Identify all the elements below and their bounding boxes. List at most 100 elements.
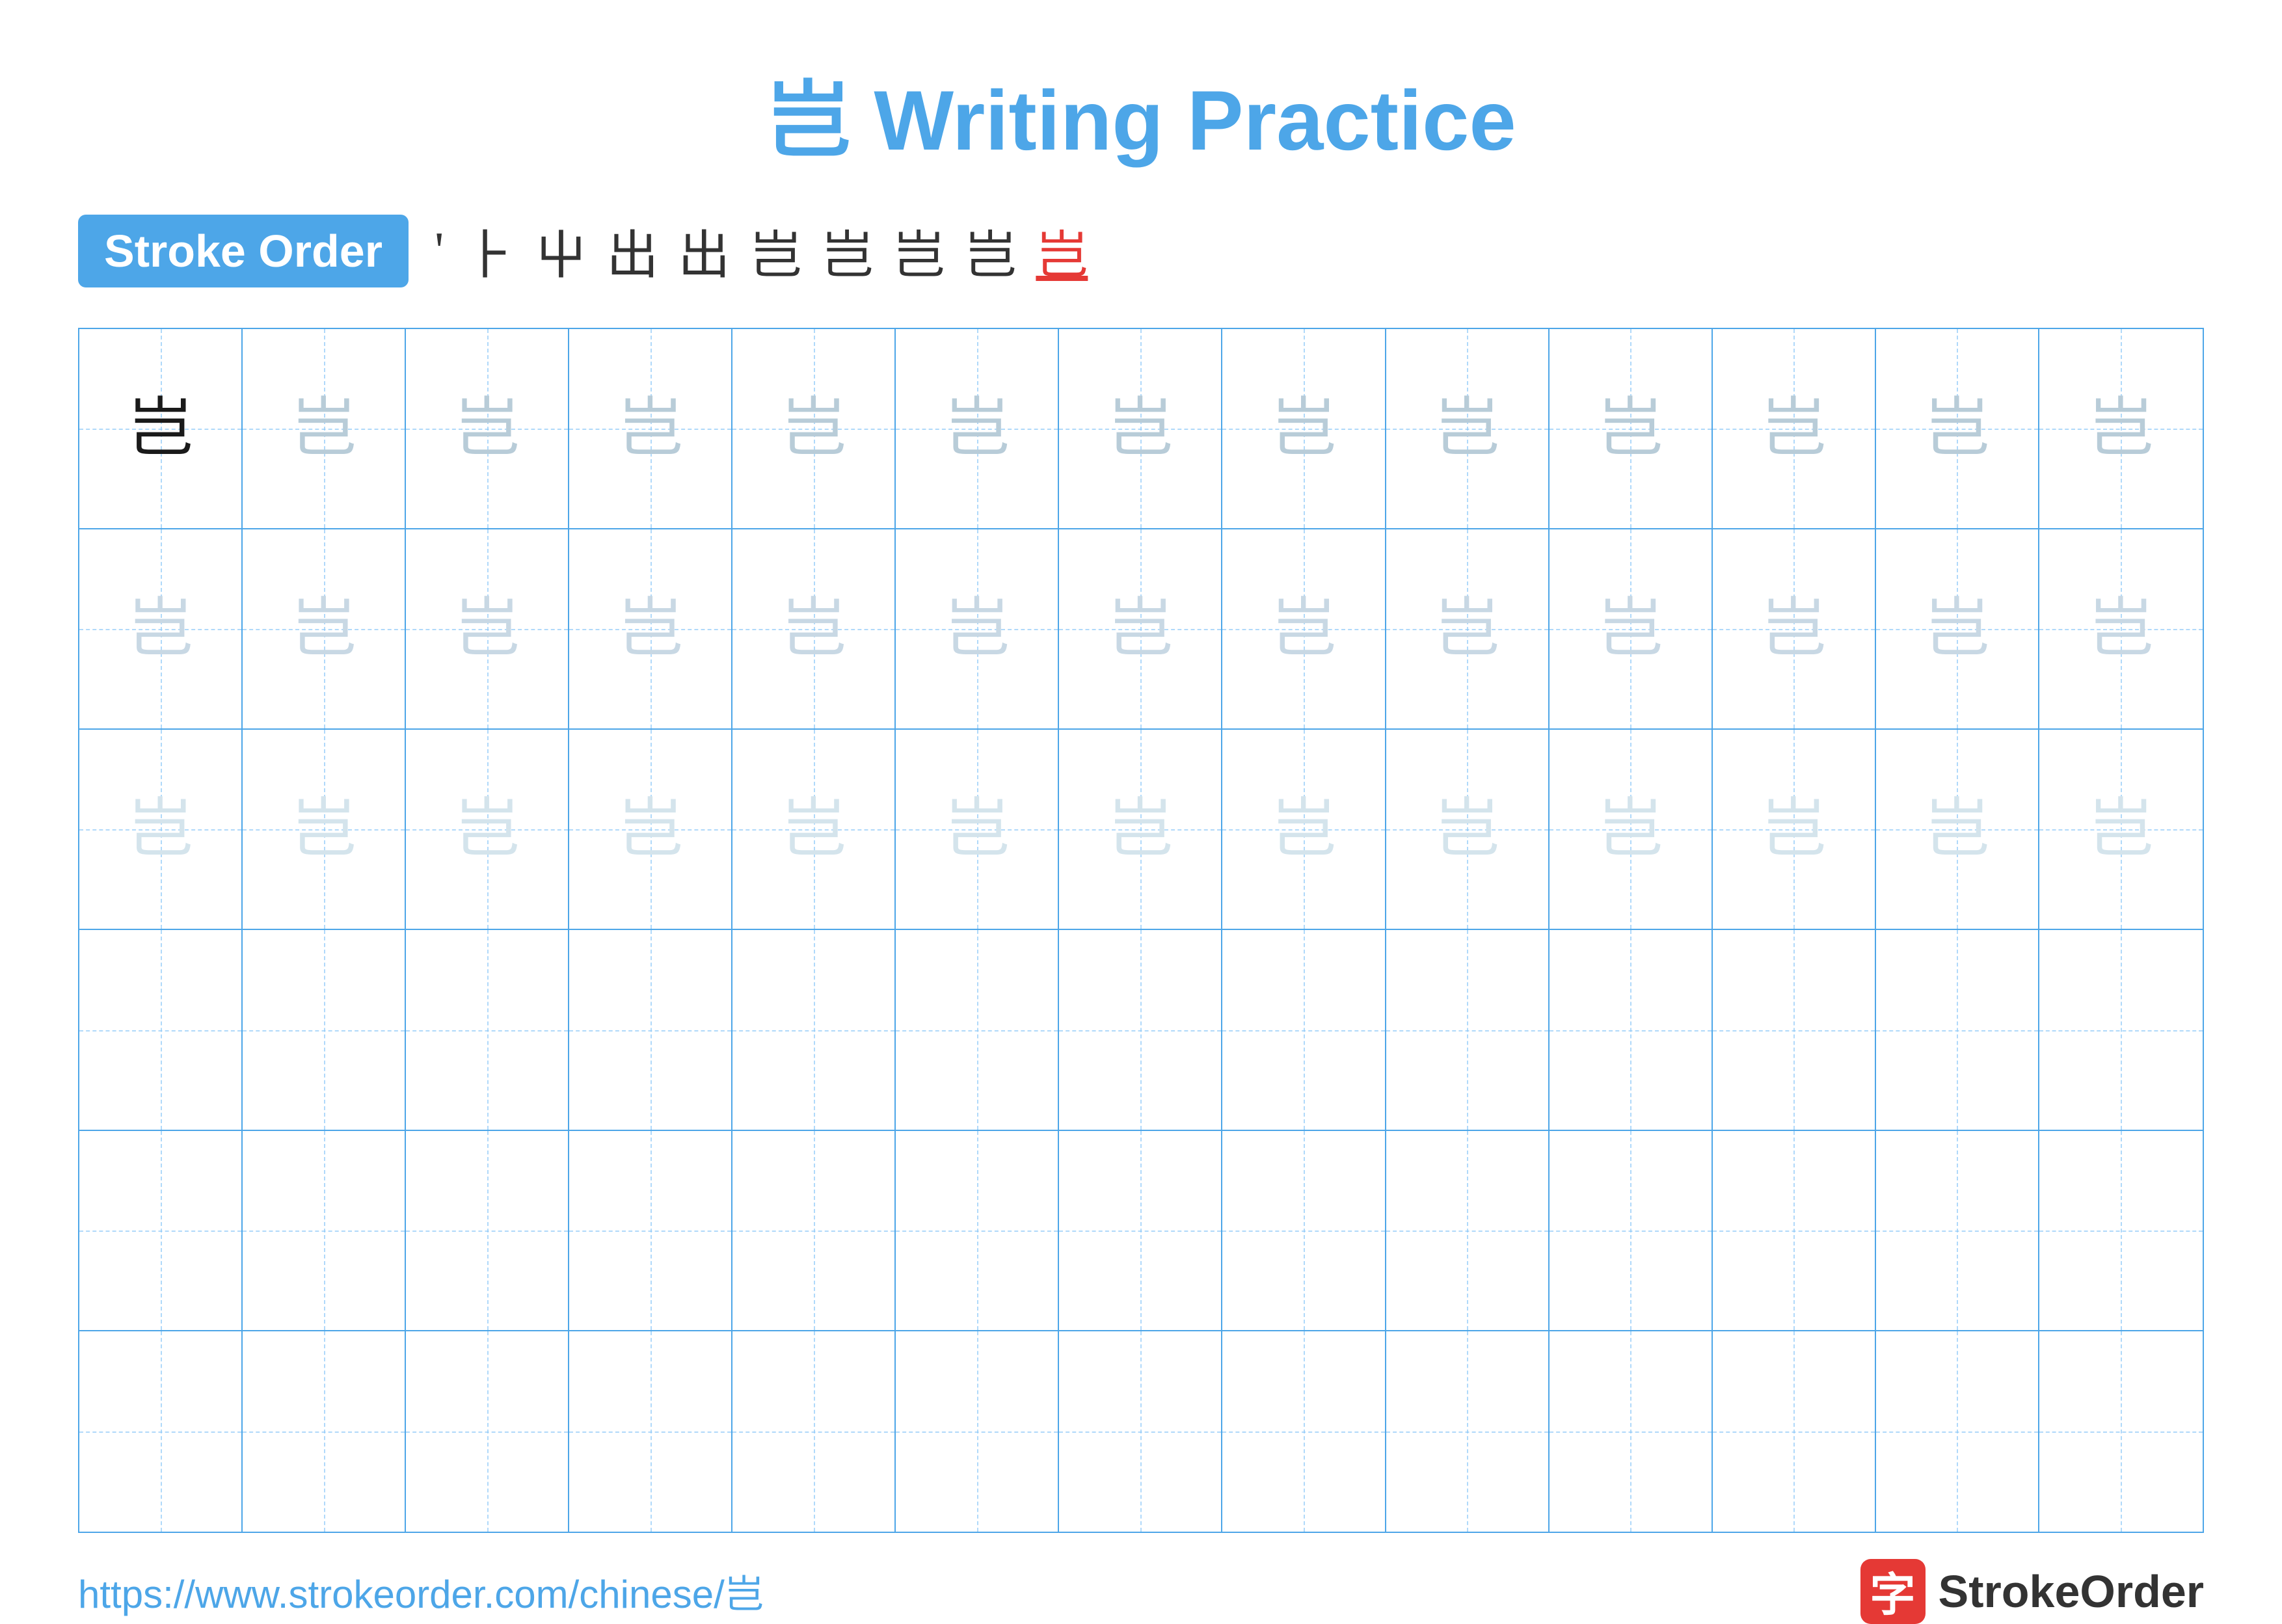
strokeorder-logo-icon: 字 <box>1860 1559 1926 1624</box>
grid-cell-6-7 <box>1059 1331 1222 1532</box>
grid-cell-6-4 <box>569 1331 732 1532</box>
grid-cell-3-4: 岂 <box>569 730 732 929</box>
char-ghost-light: 岂 <box>618 596 683 661</box>
grid-cell-6-11 <box>1713 1331 1876 1532</box>
grid-cell-6-13 <box>2039 1331 2203 1532</box>
stroke-step-6: 岂 <box>749 213 801 289</box>
char-ghost: 岂 <box>455 396 520 461</box>
grid-cell-2-8: 岂 <box>1222 529 1386 728</box>
char-ghost: 岂 <box>945 396 1010 461</box>
grid-cell-4-12 <box>1876 930 2039 1129</box>
char-ghost-lighter: 岂 <box>1924 797 1989 862</box>
grid-row-1: 岂 岂 岂 岂 岂 岂 岂 岂 岂 <box>79 329 2203 529</box>
grid-cell-4-4 <box>569 930 732 1129</box>
grid-cell-2-12: 岂 <box>1876 529 2039 728</box>
grid-row-4 <box>79 930 2203 1130</box>
grid-cell-3-8: 岂 <box>1222 730 1386 929</box>
practice-grid: 岂 岂 岂 岂 岂 岂 岂 岂 岂 <box>78 328 2204 1533</box>
grid-cell-4-7 <box>1059 930 1222 1129</box>
char-ghost-light: 岂 <box>781 596 846 661</box>
grid-cell-6-6 <box>896 1331 1059 1532</box>
grid-cell-1-8: 岂 <box>1222 329 1386 528</box>
grid-cell-2-6: 岂 <box>896 529 1059 728</box>
grid-cell-1-9: 岂 <box>1386 329 1550 528</box>
grid-cell-2-7: 岂 <box>1059 529 1222 728</box>
footer-logo: 字 StrokeOrder <box>1860 1559 2204 1624</box>
char-ghost: 岂 <box>1434 396 1499 461</box>
char-ghost: 岂 <box>1924 396 1989 461</box>
char-ghost-lighter: 岂 <box>1761 797 1826 862</box>
grid-cell-3-11: 岂 <box>1713 730 1876 929</box>
stroke-step-7: 岂 <box>821 213 873 289</box>
title-character: 岂 Writing Practice <box>766 73 1516 168</box>
grid-cell-4-2 <box>243 930 406 1129</box>
grid-cell-3-3: 岂 <box>406 730 569 929</box>
stroke-step-2: ⺊ <box>463 213 515 289</box>
char-ghost-lighter: 岂 <box>1598 797 1663 862</box>
stroke-order-badge: Stroke Order <box>78 215 409 287</box>
char-ghost-light: 岂 <box>2088 596 2153 661</box>
char-ghost: 岂 <box>1271 396 1336 461</box>
char-ghost-lighter: 岂 <box>128 797 193 862</box>
grid-cell-5-3 <box>406 1131 569 1330</box>
char-ghost-lighter: 岂 <box>945 797 1010 862</box>
grid-cell-4-6 <box>896 930 1059 1129</box>
grid-row-6 <box>79 1331 2203 1532</box>
char-ghost-light: 岂 <box>945 596 1010 661</box>
page-title: 岂 Writing Practice <box>78 52 2204 174</box>
grid-cell-5-12 <box>1876 1131 2039 1330</box>
char-ghost-light: 岂 <box>455 596 520 661</box>
grid-cell-2-13: 岂 <box>2039 529 2203 728</box>
char-ghost-light: 岂 <box>1598 596 1663 661</box>
stroke-order-row: Stroke Order ' ⺊ 屮 出 出 岂 岂 岂 岂 岂 <box>78 213 2204 289</box>
char-solid: 岂 <box>128 396 193 461</box>
grid-cell-4-3 <box>406 930 569 1129</box>
grid-cell-6-2 <box>243 1331 406 1532</box>
grid-cell-3-13: 岂 <box>2039 730 2203 929</box>
grid-cell-5-4 <box>569 1131 732 1330</box>
stroke-step-10: 岂 <box>1036 213 1088 289</box>
grid-cell-4-13 <box>2039 930 2203 1129</box>
char-ghost-lighter: 岂 <box>1434 797 1499 862</box>
grid-cell-6-3 <box>406 1331 569 1532</box>
char-ghost: 岂 <box>781 396 846 461</box>
grid-cell-2-4: 岂 <box>569 529 732 728</box>
grid-cell-4-11 <box>1713 930 1876 1129</box>
grid-cell-1-4: 岂 <box>569 329 732 528</box>
char-ghost-lighter: 岂 <box>1108 797 1173 862</box>
grid-cell-3-9: 岂 <box>1386 730 1550 929</box>
grid-cell-4-5 <box>732 930 896 1129</box>
grid-cell-6-9 <box>1386 1331 1550 1532</box>
stroke-steps: ' ⺊ 屮 出 出 岂 岂 岂 岂 岂 <box>435 213 1088 289</box>
char-ghost-light: 岂 <box>1271 596 1336 661</box>
footer-url[interactable]: https://www.strokeorder.com/chinese/岂 <box>78 1563 764 1619</box>
char-ghost: 岂 <box>1761 396 1826 461</box>
char-ghost-lighter: 岂 <box>291 797 356 862</box>
grid-cell-1-13: 岂 <box>2039 329 2203 528</box>
grid-cell-2-3: 岂 <box>406 529 569 728</box>
grid-cell-1-10: 岂 <box>1550 329 1713 528</box>
grid-cell-1-6: 岂 <box>896 329 1059 528</box>
stroke-step-9: 岂 <box>964 213 1016 289</box>
grid-cell-2-11: 岂 <box>1713 529 1876 728</box>
grid-cell-1-12: 岂 <box>1876 329 2039 528</box>
grid-cell-6-8 <box>1222 1331 1386 1532</box>
grid-cell-2-9: 岂 <box>1386 529 1550 728</box>
grid-cell-5-1 <box>79 1131 243 1330</box>
grid-cell-1-3: 岂 <box>406 329 569 528</box>
char-ghost-lighter: 岂 <box>455 797 520 862</box>
char-ghost-light: 岂 <box>1434 596 1499 661</box>
grid-cell-5-10 <box>1550 1131 1713 1330</box>
grid-cell-2-10: 岂 <box>1550 529 1713 728</box>
footer: https://www.strokeorder.com/chinese/岂 字 … <box>78 1559 2204 1624</box>
stroke-step-1: ' <box>435 222 444 281</box>
grid-cell-5-2 <box>243 1131 406 1330</box>
grid-row-5 <box>79 1131 2203 1331</box>
grid-row-3: 岂 岂 岂 岂 岂 岂 岂 岂 岂 <box>79 730 2203 930</box>
stroke-step-8: 岂 <box>893 213 945 289</box>
char-ghost-lighter: 岂 <box>781 797 846 862</box>
grid-cell-5-5 <box>732 1131 896 1330</box>
char-ghost-light: 岂 <box>291 596 356 661</box>
grid-cell-2-5: 岂 <box>732 529 896 728</box>
char-ghost-light: 岂 <box>1761 596 1826 661</box>
